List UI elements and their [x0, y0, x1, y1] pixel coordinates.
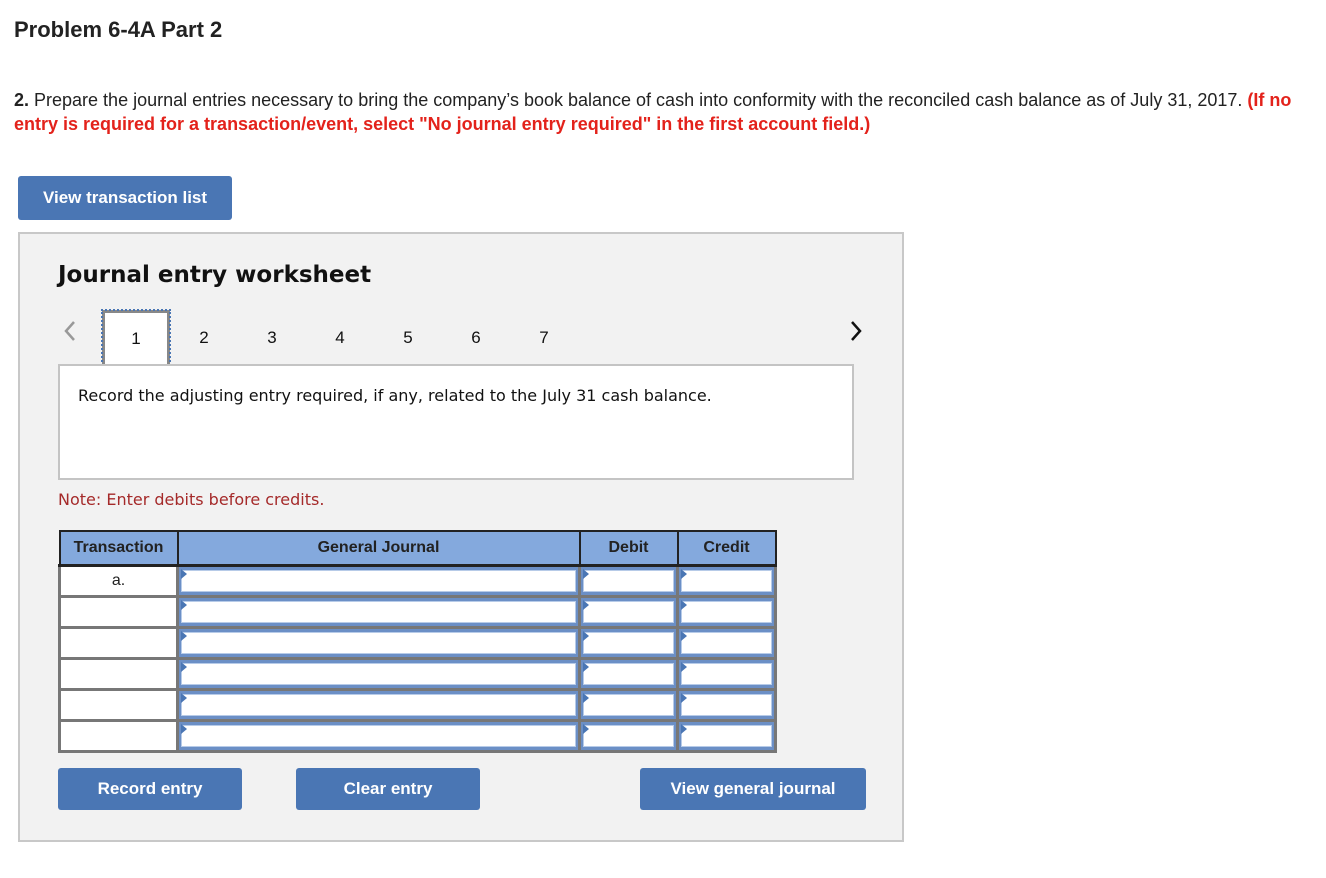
dropdown-marker-icon	[681, 569, 687, 579]
transaction-cell	[58, 626, 179, 660]
record-entry-button[interactable]: Record entry	[58, 768, 242, 810]
transaction-cell	[58, 719, 179, 753]
header-credit: Credit	[676, 530, 777, 567]
header-debit: Debit	[578, 530, 679, 567]
clear-entry-button[interactable]: Clear entry	[296, 768, 480, 810]
pager-page-4[interactable]: 4	[306, 310, 374, 366]
instruction-text: Prepare the journal entries necessary to…	[29, 90, 1248, 110]
dropdown-marker-icon	[681, 631, 687, 641]
prompt-text: Record the adjusting entry required, if …	[78, 386, 712, 405]
debits-note: Note: Enter debits before credits.	[58, 490, 325, 509]
prompt-box: Record the adjusting entry required, if …	[58, 364, 854, 480]
dropdown-marker-icon	[181, 662, 187, 672]
account-field[interactable]	[181, 601, 576, 623]
journal-row: a.	[58, 564, 777, 598]
page-title: Problem 6-4A Part 2	[14, 17, 223, 42]
pager-prev-button[interactable]	[60, 316, 80, 346]
chevron-left-icon	[64, 321, 75, 341]
journal-row	[58, 657, 777, 691]
credit-field[interactable]	[681, 601, 772, 623]
transaction-cell	[58, 595, 179, 629]
pager-next-button[interactable]	[846, 316, 866, 346]
credit-field[interactable]	[681, 570, 772, 592]
account-field[interactable]	[181, 663, 576, 685]
dropdown-marker-icon	[681, 662, 687, 672]
pager-page-2[interactable]: 2	[170, 310, 238, 366]
journal-row	[58, 626, 777, 660]
journal-row	[58, 719, 777, 753]
debit-field[interactable]	[583, 601, 674, 623]
account-field[interactable]	[181, 725, 576, 747]
journal-row	[58, 688, 777, 722]
header-transaction: Transaction	[58, 530, 179, 567]
debit-field[interactable]	[583, 570, 674, 592]
dropdown-marker-icon	[181, 693, 187, 703]
worksheet-title: Journal entry worksheet	[58, 262, 372, 288]
journal-row	[58, 595, 777, 629]
debit-field[interactable]	[583, 663, 674, 685]
chevron-right-icon	[851, 321, 862, 341]
dropdown-marker-icon	[583, 569, 589, 579]
dropdown-marker-icon	[583, 631, 589, 641]
pager-page-1[interactable]: 1	[101, 309, 171, 369]
pager-page-7[interactable]: 7	[510, 310, 578, 366]
pager-page-3[interactable]: 3	[238, 310, 306, 366]
debit-field[interactable]	[583, 725, 674, 747]
account-field[interactable]	[181, 570, 576, 592]
dropdown-marker-icon	[583, 693, 589, 703]
account-field[interactable]	[181, 632, 576, 654]
transaction-cell	[58, 657, 179, 691]
debit-field[interactable]	[583, 694, 674, 716]
view-transaction-list-button[interactable]: View transaction list	[18, 176, 232, 220]
credit-field[interactable]	[681, 694, 772, 716]
dropdown-marker-icon	[181, 569, 187, 579]
account-field[interactable]	[181, 694, 576, 716]
dropdown-marker-icon	[181, 600, 187, 610]
journal-header-row: Transaction General Journal Debit Credit	[58, 530, 777, 567]
dropdown-marker-icon	[583, 724, 589, 734]
journal-table: Transaction General Journal Debit Credit…	[58, 530, 777, 753]
transaction-cell: a.	[58, 564, 179, 598]
dropdown-marker-icon	[681, 724, 687, 734]
journal-entry-worksheet: Journal entry worksheet 1 2 3 4 5 6 7 Re…	[18, 232, 904, 842]
dropdown-marker-icon	[681, 600, 687, 610]
credit-field[interactable]	[681, 663, 772, 685]
header-general-journal: General Journal	[176, 530, 581, 567]
pager-page-5[interactable]: 5	[374, 310, 442, 366]
instructions: 2. Prepare the journal entries necessary…	[14, 88, 1304, 136]
pager-page-6[interactable]: 6	[442, 310, 510, 366]
instruction-number: 2.	[14, 90, 30, 110]
dropdown-marker-icon	[681, 693, 687, 703]
dropdown-marker-icon	[583, 662, 589, 672]
transaction-cell	[58, 688, 179, 722]
debit-field[interactable]	[583, 632, 674, 654]
dropdown-marker-icon	[583, 600, 589, 610]
credit-field[interactable]	[681, 725, 772, 747]
dropdown-marker-icon	[181, 724, 187, 734]
credit-field[interactable]	[681, 632, 772, 654]
dropdown-marker-icon	[181, 631, 187, 641]
view-general-journal-button[interactable]: View general journal	[640, 768, 866, 810]
